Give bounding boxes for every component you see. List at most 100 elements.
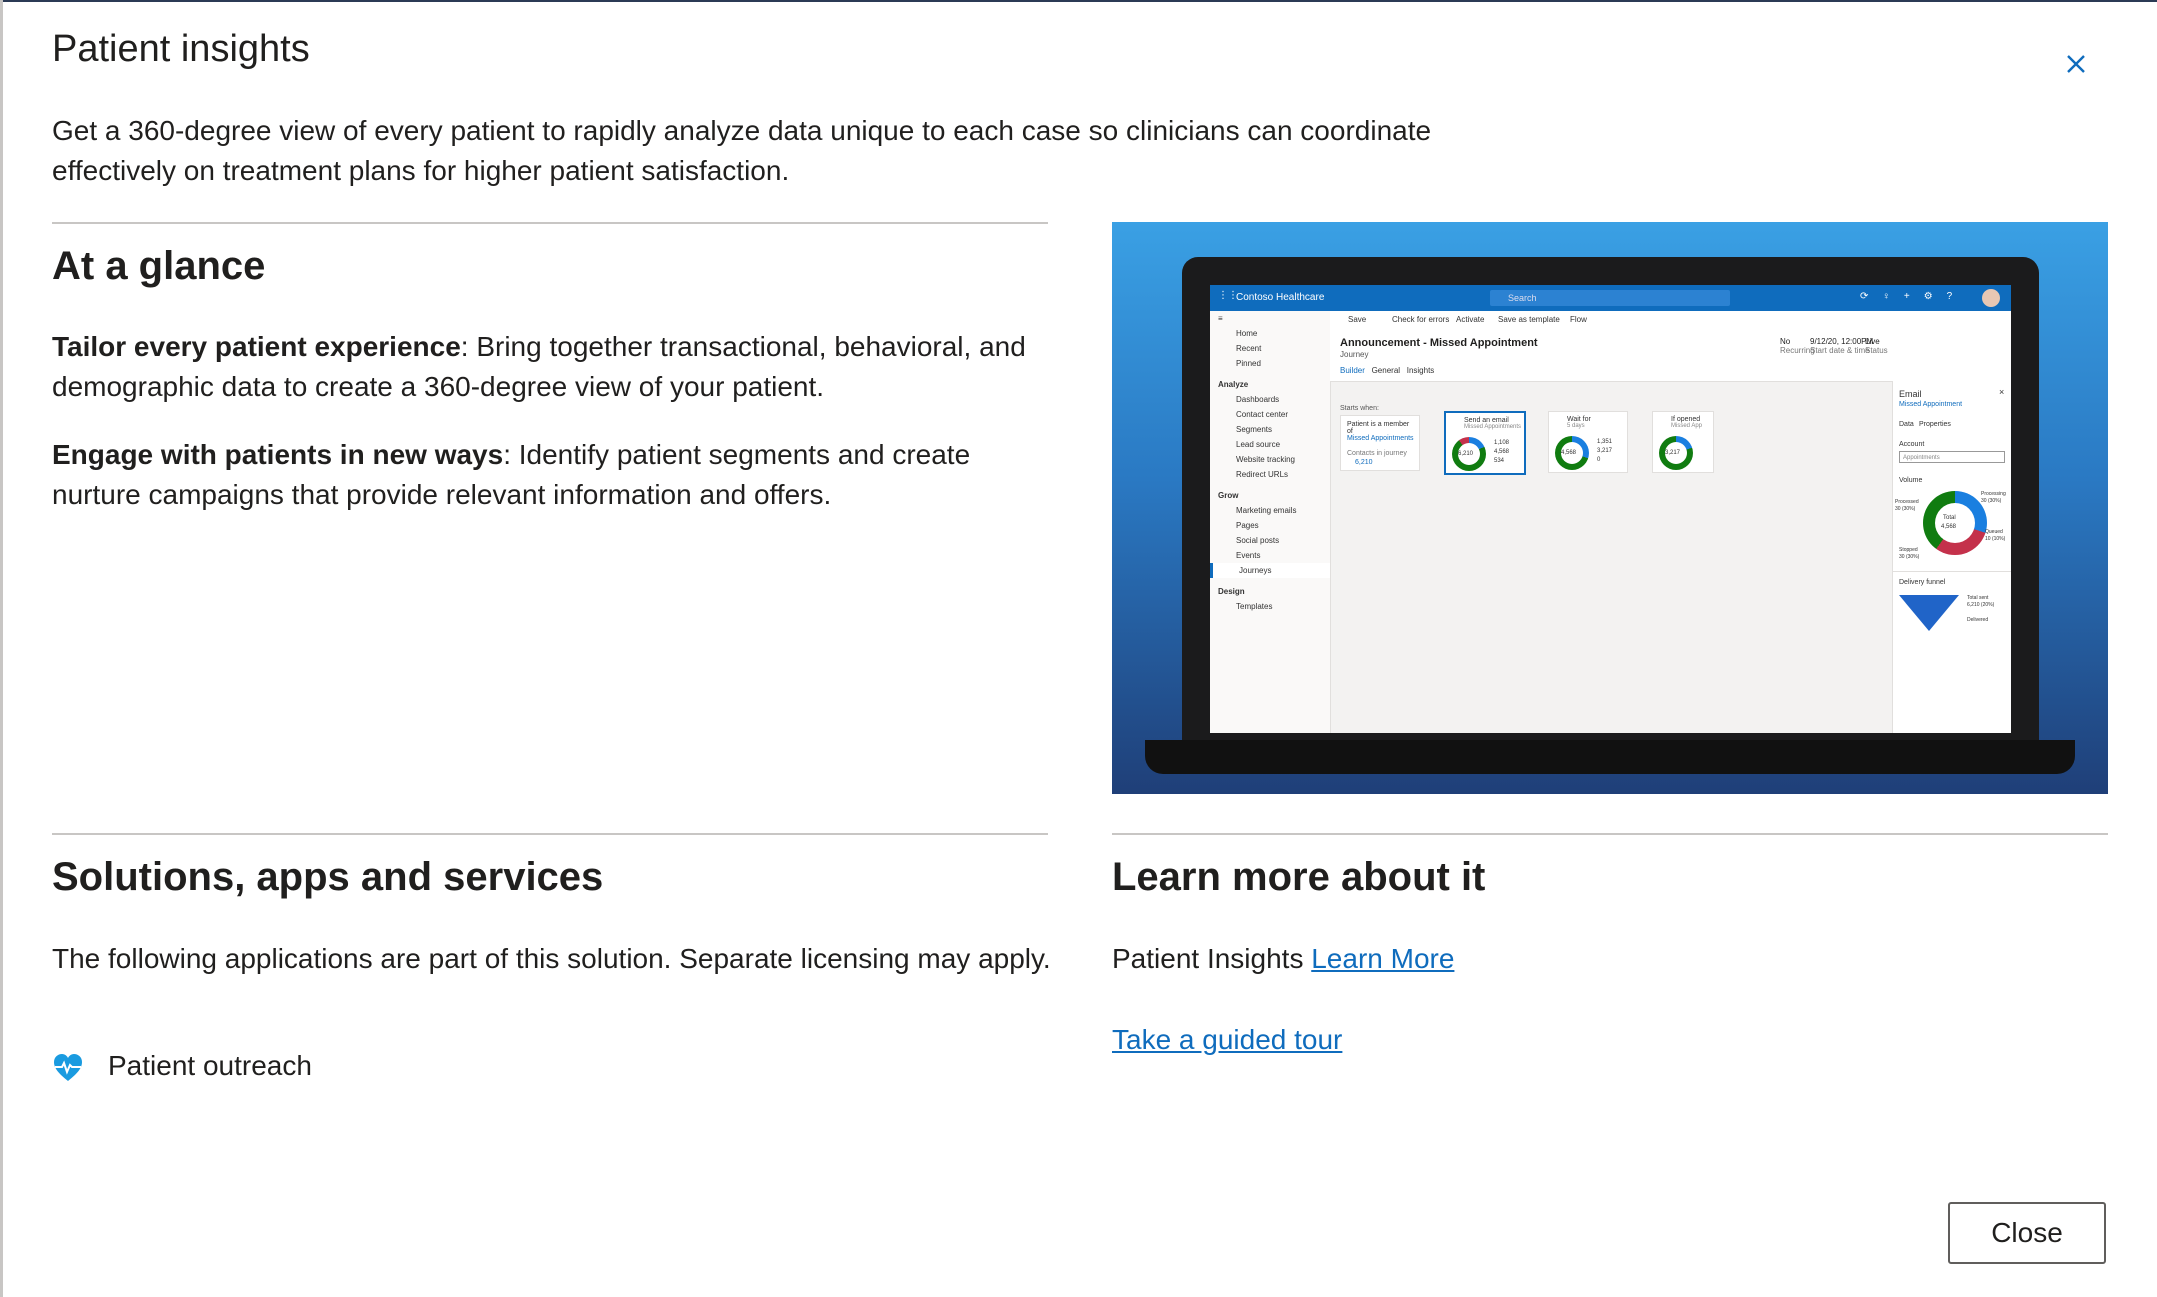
glance-item-engage: Engage with patients in new ways: Identi… — [52, 435, 1052, 515]
laptop-screen: ⋮⋮ Contoso Healthcare Search ⟳♀+⚙? ≡ Hom… — [1210, 285, 2011, 733]
nav-item: Lead source — [1236, 440, 1281, 449]
nav-item: Events — [1236, 551, 1261, 560]
waffle-icon: ⋮⋮ — [1218, 290, 1238, 301]
avatar — [1982, 289, 2000, 307]
divider — [52, 222, 1048, 224]
app-top-bar: ⋮⋮ Contoso Healthcare Search ⟳♀+⚙? — [1210, 285, 2011, 311]
nav-item: Templates — [1236, 602, 1273, 611]
close-button[interactable]: Close — [1948, 1202, 2106, 1264]
nav-item: Home — [1236, 329, 1258, 338]
panel-divider — [1893, 571, 2011, 572]
label-name: Processed — [1895, 499, 1919, 505]
step-stat: 1,351 — [1597, 439, 1613, 445]
label-name: Processing — [1981, 491, 2006, 497]
cmd-check: Check for errors — [1392, 315, 1450, 324]
learn-more-heading: Learn more about it — [1112, 855, 1486, 899]
solutions-heading: Solutions, apps and services — [52, 855, 604, 899]
meta-status: Live Status — [1865, 337, 1888, 355]
step-card-if-opened: If opened Missed App 3,217 — [1652, 411, 1714, 473]
step-stat: 4,568 — [1494, 449, 1510, 455]
label-value: 30 (30%) — [1899, 554, 1920, 560]
funnel-label: Delivery funnel — [1899, 579, 1946, 586]
step-title: Send an email — [1464, 417, 1509, 424]
journey-tabs: Builder General Insights — [1340, 366, 1434, 375]
heart-pulse-icon — [54, 1054, 82, 1081]
panel-title: Email — [1899, 389, 1922, 399]
donut-label: Processing 30 (30%) — [1981, 491, 2006, 505]
step-sub: Missed Appointments — [1464, 424, 1522, 430]
nav-item: Recent — [1236, 344, 1262, 353]
starts-when-label: Starts when: — [1340, 405, 1379, 412]
top-bar-icons: ⟳♀+⚙? — [1860, 291, 1967, 302]
delivery-funnel — [1899, 595, 1959, 631]
solutions-text: The following applications are part of t… — [52, 943, 1051, 974]
nav-item: Marketing emails — [1236, 506, 1297, 515]
guided-tour-link[interactable]: Take a guided tour — [1112, 1024, 1342, 1055]
funnel-total-value: 6,210 (20%) — [1967, 602, 1995, 608]
laptop-base — [1145, 740, 2075, 774]
close-icon[interactable] — [2058, 46, 2094, 82]
window-top-border — [0, 0, 2157, 2]
volume-donut — [1923, 491, 1987, 555]
learn-more-line: Patient Insights Learn More — [1112, 939, 2112, 979]
meta-value: Live — [1865, 337, 1880, 346]
label-name: Queued — [1985, 529, 2003, 535]
nav-item: Segments — [1236, 425, 1273, 434]
email-side-panel: Email Missed Appointment × Data Properti… — [1892, 381, 2011, 733]
step-title: If opened — [1671, 416, 1701, 423]
nav-item: Website tracking — [1236, 455, 1295, 464]
start-card: Patient is a member of Missed Appointmen… — [1340, 415, 1420, 471]
nav-item: Redirect URLs — [1236, 470, 1289, 479]
step-stat: 534 — [1494, 458, 1505, 464]
meta-start: 9/12/20, 12:00PM Start date & time — [1810, 337, 1873, 355]
hamburger-icon: ≡ — [1218, 314, 1223, 323]
panel-account-input: Appointments — [1899, 451, 2005, 463]
panel-tab-properties: Properties — [1919, 421, 1951, 428]
cmd-save: Save — [1348, 315, 1367, 324]
donut-center-label: Total — [1943, 515, 1956, 521]
learn-more-prefix: Patient Insights — [1112, 943, 1304, 974]
nav-item: Dashboards — [1236, 395, 1280, 404]
cmd-template: Save as template — [1498, 315, 1560, 324]
label-value: 30 (30%) — [1981, 498, 2002, 504]
divider — [1112, 833, 2108, 835]
funnel-total-label: Total sent — [1967, 595, 1989, 601]
laptop-frame: ⋮⋮ Contoso Healthcare Search ⟳♀+⚙? ≡ Hom… — [1182, 257, 2039, 749]
start-line3: Contacts in journey — [1347, 450, 1407, 457]
start-line2: Missed Appointments — [1347, 435, 1414, 442]
cmd-activate: Activate — [1456, 315, 1485, 324]
step-stat: 3,217 — [1597, 448, 1613, 454]
funnel-total: Total sent 6,210 (20%) — [1967, 595, 1994, 609]
hero-image: ⋮⋮ Contoso Healthcare Search ⟳♀+⚙? ≡ Hom… — [1112, 222, 2108, 794]
meta-value: 9/12/20, 12:00PM — [1810, 337, 1874, 346]
nav-item: Pages — [1236, 521, 1259, 530]
step-sub: Missed App — [1671, 423, 1703, 429]
step-title: Wait for — [1567, 416, 1591, 423]
command-bar: Save Check for errors Activate Save as t… — [1330, 311, 2011, 330]
journey-canvas: Starts when: Patient is a member of Miss… — [1330, 381, 1892, 733]
glance-item-bold: Tailor every patient experience — [52, 331, 461, 362]
nav-item: Pinned — [1236, 359, 1261, 368]
donut-label: Processed 30 (30%) — [1895, 499, 1919, 513]
app-nav: ≡ Home Recent Pinned Analyze Dashboards … — [1210, 311, 1331, 733]
step-sub: 5 days — [1567, 423, 1585, 429]
panel-tab-data: Data — [1899, 421, 1914, 428]
step-center: 6,210 — [1458, 451, 1474, 457]
step-center: 3,217 — [1665, 450, 1681, 456]
nav-item: Social posts — [1236, 536, 1280, 545]
step-card-wait: Wait for 5 days 4,568 1,351 3,217 0 — [1548, 411, 1628, 473]
nav-item-selected: Journeys — [1210, 563, 1330, 578]
divider — [52, 833, 1048, 835]
step-center: 4,568 — [1561, 450, 1577, 456]
meta-label: Status — [1865, 346, 1888, 355]
glance-item-bold: Engage with patients in new ways — [52, 439, 504, 470]
tab-builder: Builder — [1340, 366, 1365, 375]
label-value: 30 (30%) — [1895, 506, 1916, 512]
panel-link: Missed Appointment — [1899, 401, 1963, 408]
learn-more-link[interactable]: Learn More — [1311, 943, 1454, 974]
guided-tour-line: Take a guided tour — [1112, 1020, 2112, 1060]
funnel-next: Delivered — [1967, 617, 1989, 623]
label-name: Stopped — [1899, 547, 1918, 553]
journey-subtitle: Journey — [1340, 350, 1369, 359]
start-line1: Patient is a member of — [1347, 421, 1410, 435]
